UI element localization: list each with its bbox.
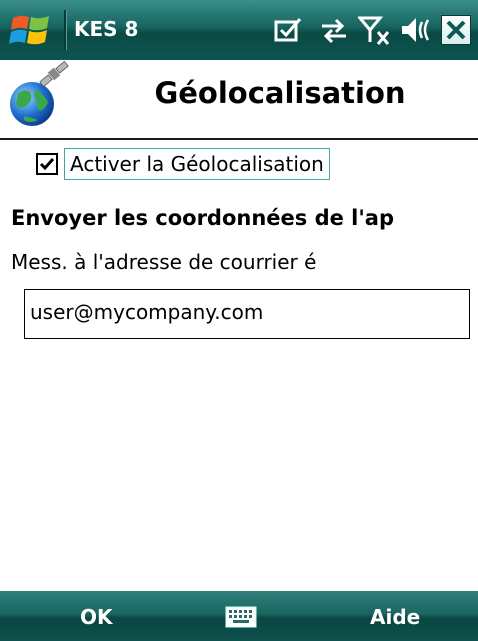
header-divider — [0, 138, 478, 140]
checkmark-icon — [39, 158, 55, 171]
geolocation-checkbox[interactable] — [36, 153, 58, 175]
geolocation-checkbox-label[interactable]: Activer la Géolocalisation — [64, 148, 330, 180]
no-signal-icon[interactable] — [358, 14, 390, 46]
keyboard-icon[interactable] — [225, 606, 257, 628]
geolocation-checkbox-row[interactable]: Activer la Géolocalisation — [36, 147, 330, 181]
ok-softkey[interactable]: OK — [80, 605, 113, 629]
windows-start-icon — [9, 15, 49, 45]
sync-arrows-icon[interactable] — [318, 14, 350, 46]
status-bar: KES 8 — [0, 0, 478, 60]
email-field-label: Mess. à l'adresse de courrier é — [11, 250, 317, 274]
page-header: Géolocalisation — [0, 60, 478, 140]
satellite-globe-icon — [10, 60, 69, 126]
close-button[interactable] — [441, 15, 471, 45]
help-softkey[interactable]: Aide — [370, 605, 420, 629]
section-heading: Envoyer les coordonnées de l'ap — [11, 206, 394, 230]
page-title: Géolocalisation — [154, 76, 406, 110]
close-icon — [446, 20, 466, 40]
volume-off-icon[interactable] — [400, 14, 432, 46]
notification-checkbox-icon[interactable] — [272, 14, 304, 46]
app-title: KES 8 — [74, 17, 139, 41]
status-bar-divider — [64, 10, 67, 50]
email-field[interactable]: user@mycompany.com — [24, 289, 470, 339]
softkey-bar: OK Aide — [0, 591, 478, 641]
windows-start-button[interactable] — [0, 0, 62, 60]
